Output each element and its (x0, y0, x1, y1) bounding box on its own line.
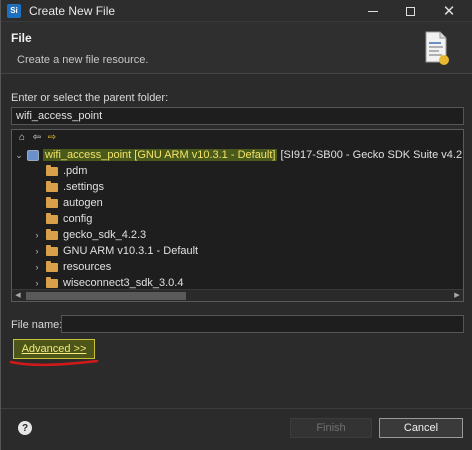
maximize-icon (405, 6, 415, 16)
back-arrow-icon[interactable]: ⇦ (31, 132, 43, 144)
create-new-file-dialog: Si Create New File ✕ File Create a new f… (0, 0, 472, 450)
app-icon: Si (7, 3, 21, 18)
folder-tree[interactable]: ⌂ ⇦ ⇨ ⌄ wifi_access_point [GNU ARM v10.3… (11, 129, 464, 302)
parent-folder-label: Enter or select the parent folder: (11, 92, 169, 104)
tree-toolbar: ⌂ ⇦ ⇨ (16, 132, 58, 144)
chevron-right-icon[interactable]: › (32, 230, 42, 240)
window-title: Create New File (29, 3, 116, 18)
tree-item[interactable]: › resources (32, 259, 111, 275)
tree-item[interactable]: .pdm (32, 163, 87, 179)
tree-item-label: resources (63, 261, 112, 273)
tree-item-label: .pdm (63, 165, 88, 177)
finish-button[interactable]: Finish (290, 418, 372, 438)
folder-icon (46, 260, 58, 272)
chevron-down-icon[interactable]: ⌄ (14, 150, 24, 161)
tree-item-project[interactable]: ⌄ wifi_access_point [GNU ARM v10.3.1 - D… (14, 147, 463, 163)
minimize-button[interactable] (356, 0, 390, 22)
folder-icon (46, 228, 58, 240)
minimize-icon (368, 10, 378, 12)
help-icon[interactable]: ? (18, 421, 32, 435)
parent-folder-input[interactable] (11, 107, 464, 125)
close-icon: ✕ (442, 2, 456, 20)
tree-item-label: config (63, 213, 93, 225)
project-icon (27, 149, 39, 161)
tree-item[interactable]: .settings (32, 179, 104, 195)
chevron-right-icon[interactable]: › (32, 262, 42, 272)
file-name-input[interactable] (61, 315, 464, 333)
tree-item-label: gecko_sdk_4.2.3 (63, 229, 147, 241)
tree-item[interactable]: autogen (32, 195, 103, 211)
forward-arrow-icon[interactable]: ⇨ (46, 132, 58, 144)
folder-icon (46, 212, 58, 224)
scrollbar-thumb[interactable] (26, 292, 186, 300)
tree-item[interactable]: › gecko_sdk_4.2.3 (32, 227, 146, 243)
home-icon[interactable]: ⌂ (16, 132, 28, 144)
folder-icon (46, 164, 58, 176)
horizontal-scrollbar[interactable]: ◀ ▶ (12, 289, 463, 301)
file-name-label: File name: (11, 319, 63, 331)
page-title: File (11, 31, 32, 45)
folder-icon (46, 276, 58, 288)
cancel-button[interactable]: Cancel (379, 418, 463, 438)
folder-icon (46, 196, 58, 208)
project-sdk-info: [SI917-SB00 - Gecko SDK Suite v4.2.3: Am… (280, 149, 463, 161)
tree-item-label: autogen (63, 197, 103, 209)
page-description: Create a new file resource. (17, 54, 149, 66)
footer-divider (1, 408, 472, 409)
tree-item[interactable]: › GNU ARM v10.3.1 - Default (32, 243, 198, 259)
tree-item-label: GNU ARM v10.3.1 - Default (63, 245, 199, 257)
tree-item-label: wiseconnect3_sdk_3.0.4 (63, 277, 184, 289)
red-underline-annotation (9, 359, 99, 367)
folder-icon (46, 244, 58, 256)
new-file-icon (425, 31, 449, 65)
scroll-right-icon[interactable]: ▶ (451, 290, 463, 301)
folder-icon (46, 180, 58, 192)
maximize-button[interactable] (393, 0, 427, 22)
scroll-left-icon[interactable]: ◀ (12, 290, 24, 301)
title-bar[interactable]: Si Create New File ✕ (1, 0, 472, 22)
chevron-right-icon[interactable]: › (32, 278, 42, 288)
project-label: wifi_access_point [GNU ARM v10.3.1 - Def… (43, 149, 278, 161)
advanced-button[interactable]: Advanced >> (13, 339, 95, 359)
close-button[interactable]: ✕ (432, 0, 466, 22)
tree-item-label: .settings (63, 181, 104, 193)
advanced-button-label: Advanced >> (21, 343, 87, 355)
wizard-header: File Create a new file resource. (1, 22, 472, 74)
chevron-right-icon[interactable]: › (32, 246, 42, 256)
tree-item[interactable]: config (32, 211, 92, 227)
